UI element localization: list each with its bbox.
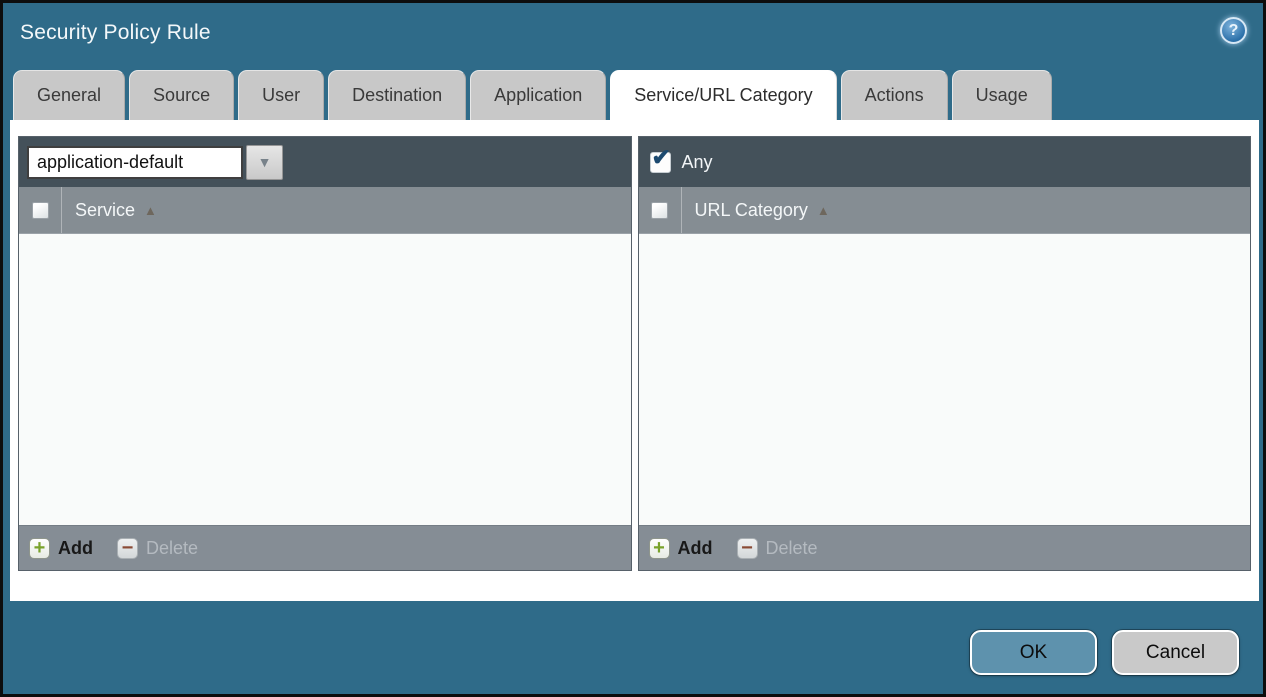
checkmark-icon: ✔	[652, 144, 671, 171]
tab-usage[interactable]: Usage	[952, 70, 1052, 120]
dialog-title: Security Policy Rule	[20, 21, 211, 45]
any-label: Any	[682, 152, 713, 173]
minus-icon: −	[117, 538, 138, 559]
url-category-column-header-row: URL Category ▲	[639, 187, 1251, 234]
url-category-column-header[interactable]: URL Category	[695, 200, 808, 221]
add-url-category-button[interactable]: + Add	[649, 538, 713, 559]
service-list	[19, 234, 631, 525]
help-icon[interactable]: ?	[1220, 17, 1247, 44]
select-all-services-checkbox[interactable]	[32, 202, 49, 219]
sort-asc-icon: ▲	[144, 203, 157, 218]
service-panel: ▼ Service ▲ + Add	[18, 136, 632, 571]
sort-asc-icon: ▲	[817, 203, 830, 218]
plus-icon: +	[29, 538, 50, 559]
tab-destination[interactable]: Destination	[328, 70, 466, 120]
url-category-panel: ✔ Any URL Category ▲ + Add	[638, 136, 1252, 571]
minus-icon: −	[737, 538, 758, 559]
any-checkbox[interactable]: ✔	[650, 152, 671, 173]
ok-button[interactable]: OK	[970, 630, 1097, 675]
column-divider	[61, 187, 62, 233]
url-category-toolbar: + Add − Delete	[639, 525, 1251, 570]
tab-source[interactable]: Source	[129, 70, 234, 120]
tab-application[interactable]: Application	[470, 70, 606, 120]
tab-actions[interactable]: Actions	[841, 70, 948, 120]
tab-service-url-category[interactable]: Service/URL Category	[610, 70, 836, 120]
delete-url-category-button[interactable]: − Delete	[737, 538, 818, 559]
tab-user[interactable]: User	[238, 70, 324, 120]
chevron-down-icon: ▼	[258, 155, 272, 169]
service-toolbar: + Add − Delete	[19, 525, 631, 570]
service-column-header-row: Service ▲	[19, 187, 631, 234]
cancel-button[interactable]: Cancel	[1112, 630, 1239, 675]
service-type-input[interactable]	[27, 146, 243, 179]
column-divider	[681, 187, 682, 233]
tab-general[interactable]: General	[13, 70, 125, 120]
delete-service-button[interactable]: − Delete	[117, 538, 198, 559]
service-panel-header: ▼	[19, 137, 631, 187]
tab-content: ▼ Service ▲ + Add	[10, 120, 1259, 601]
tab-bar: General Source User Destination Applicat…	[13, 70, 1253, 120]
dropdown-arrow-button[interactable]: ▼	[246, 145, 283, 180]
url-category-panel-header: ✔ Any	[639, 137, 1251, 187]
select-all-url-categories-checkbox[interactable]	[651, 202, 668, 219]
url-category-list	[639, 234, 1251, 525]
service-column-header[interactable]: Service	[75, 200, 135, 221]
add-service-button[interactable]: + Add	[29, 538, 93, 559]
security-policy-rule-dialog: Security Policy Rule ? General Source Us…	[0, 0, 1266, 697]
dialog-footer: OK Cancel	[970, 630, 1239, 675]
plus-icon: +	[649, 538, 670, 559]
